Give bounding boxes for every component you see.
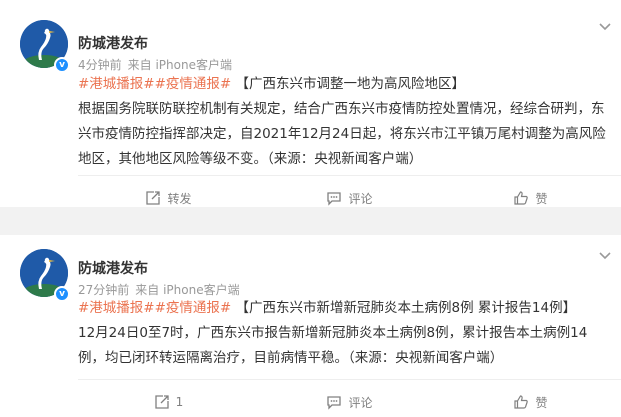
divider <box>78 175 621 176</box>
post-body: 12月24日0至7时，广西东兴市报告新增新冠肺炎本土病例8例，累计报告本土病例1… <box>78 325 588 366</box>
comment-button[interactable]: 评论 <box>259 382 440 417</box>
like-icon <box>514 395 529 409</box>
action-bar: 转发 评论 赞 <box>78 178 621 218</box>
like-button[interactable]: 赞 <box>440 382 621 417</box>
like-button[interactable]: 赞 <box>440 178 621 218</box>
hashtag-link[interactable]: #港城播报# <box>78 300 155 316</box>
verified-badge-icon: v <box>54 286 70 302</box>
post-source: 来自 iPhone客户端 <box>127 58 232 72</box>
comment-button[interactable]: 评论 <box>259 178 440 218</box>
verified-badge-icon: v <box>54 57 70 73</box>
chevron-down-icon[interactable] <box>597 247 613 263</box>
weibo-feed: v 防城港发布 4分钟前 来自 iPhone客户端 #港城播报##疫情通报# 【广… <box>0 0 621 417</box>
post-headline: 【广西东兴市新增新冠肺炎本土病例8例 累计报告14例】 <box>235 300 577 316</box>
like-label: 赞 <box>535 395 548 410</box>
action-bar: 1 评论 赞 <box>78 382 621 417</box>
repost-label: 转发 <box>167 191 192 206</box>
like-icon <box>514 191 529 205</box>
like-label: 赞 <box>535 191 548 206</box>
post-text: #港城播报##疫情通报# 【广西东兴市调整一地为高风险地区】 根据国务院联防联控… <box>78 72 609 172</box>
post-text: #港城播报##疫情通报# 【广西东兴市新增新冠肺炎本土病例8例 累计报告14例】… <box>78 296 609 371</box>
post-time[interactable]: 4分钟前 <box>78 58 122 72</box>
repost-button[interactable]: 转发 <box>78 178 259 218</box>
repost-button[interactable]: 1 <box>78 382 259 417</box>
author-name[interactable]: 防城港发布 <box>78 258 148 278</box>
hashtag-link[interactable]: #疫情通报# <box>155 76 232 92</box>
repost-icon <box>155 395 169 409</box>
hashtag-link[interactable]: #港城播报# <box>78 76 155 92</box>
repost-icon <box>146 191 161 205</box>
comment-label: 评论 <box>348 191 373 206</box>
weibo-post: v 防城港发布 4分钟前 来自 iPhone客户端 #港城播报##疫情通报# 【广… <box>0 0 621 207</box>
post-meta: 4分钟前 来自 iPhone客户端 <box>78 56 232 73</box>
post-body: 根据国务院联防联控机制有关规定，结合广西东兴市疫情防控处置情况，经综合研判，东兴… <box>78 101 606 167</box>
post-headline: 【广西东兴市调整一地为高风险地区】 <box>235 76 466 92</box>
divider <box>78 379 621 380</box>
post-time[interactable]: 27分钟前 <box>78 283 129 297</box>
comment-icon <box>327 396 342 410</box>
comment-label: 评论 <box>348 395 373 410</box>
weibo-post: v 防城港发布 27分钟前 来自 iPhone客户端 #港城播报##疫情通报# 【… <box>0 235 621 417</box>
chevron-down-icon[interactable] <box>597 18 613 34</box>
post-source: 来自 iPhone客户端 <box>135 283 240 297</box>
hashtag-link[interactable]: #疫情通报# <box>155 300 232 316</box>
comment-icon <box>327 192 342 206</box>
author-name[interactable]: 防城港发布 <box>78 33 148 53</box>
repost-count: 1 <box>175 395 184 409</box>
